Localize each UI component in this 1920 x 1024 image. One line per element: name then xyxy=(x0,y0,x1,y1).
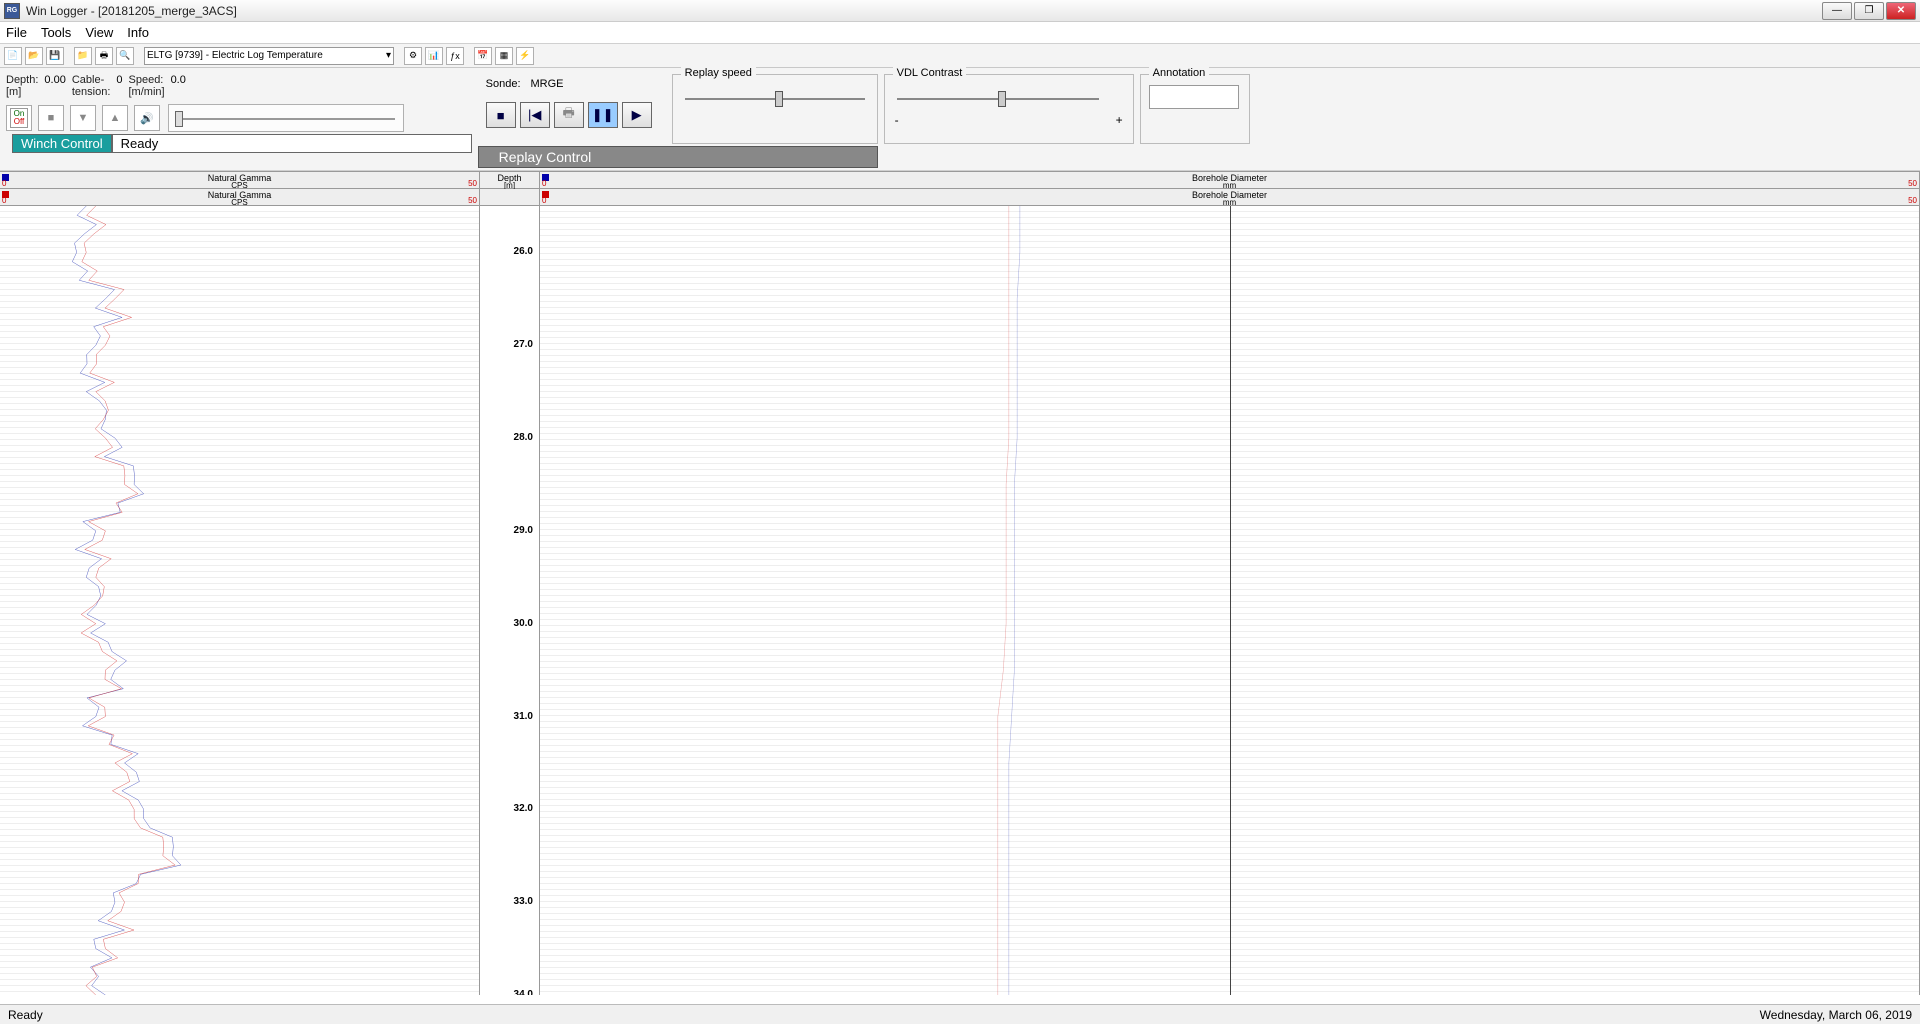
maximize-button[interactable]: ❐ xyxy=(1854,2,1884,20)
gamma-track: Natural Gamma CPS 0 50 Natural Gamma CPS… xyxy=(0,172,480,995)
toolbar-new-icon[interactable]: 📄 xyxy=(4,47,22,65)
winch-sound-button[interactable]: 🔊 xyxy=(134,105,160,131)
borehole-plot[interactable] xyxy=(540,206,1919,995)
borehole-track: Borehole Diameter mm 0 50 Borehole Diame… xyxy=(540,172,1920,995)
app-icon: RG xyxy=(4,3,20,19)
speed-display: Speed: [m/min] xyxy=(129,74,165,98)
toolbar-folder-icon[interactable]: 📁 xyxy=(74,47,92,65)
vdl-contrast-slider[interactable] xyxy=(893,85,1103,113)
depth-column[interactable]: 26.0 27.0 28.0 29.0 30.0 31.0 32.0 33.0 34.0 xyxy=(480,206,539,995)
menu-file[interactable]: File xyxy=(6,25,27,40)
replay-pause-button[interactable]: ❚❚ xyxy=(588,102,618,128)
chevron-down-icon: ▾ xyxy=(386,50,391,61)
menubar: File Tools View Info xyxy=(0,22,1920,44)
statusbar: Ready Wednesday, March 06, 2019 xyxy=(0,1004,1920,1024)
titlebar: RG Win Logger - [20181205_merge_3ACS] — … xyxy=(0,0,1920,22)
status-ready: Ready xyxy=(8,1008,43,1022)
depth-tick: 33.0 xyxy=(514,896,533,907)
annotation-group: Annotation xyxy=(1140,74,1250,144)
depth-tick: 32.0 xyxy=(514,803,533,814)
toolbar-grid-icon[interactable]: ▦ xyxy=(495,47,513,65)
vdl-contrast-group: VDL Contrast - + xyxy=(884,74,1134,144)
close-button[interactable]: ✕ xyxy=(1886,2,1916,20)
depth-tick: 27.0 xyxy=(514,339,533,350)
replay-control-bar: Replay Control xyxy=(478,146,878,168)
replay-speed-slider[interactable] xyxy=(681,85,869,113)
control-panel: Depth: [m] 0.00 Cable- tension: 0 Speed:… xyxy=(0,68,1920,171)
log-type-select[interactable]: ELTG [9739] - Electric Log Temperature ▾ xyxy=(144,47,394,65)
depth-tick: 34.0 xyxy=(514,989,533,995)
winch-down-button[interactable]: ▼ xyxy=(70,105,96,131)
menu-info[interactable]: Info xyxy=(127,25,149,40)
depth-tick: 29.0 xyxy=(514,525,533,536)
depth-tick: 28.0 xyxy=(514,432,533,443)
toolbar-config-icon[interactable]: ⚙ xyxy=(404,47,422,65)
window-title: Win Logger - [20181205_merge_3ACS] xyxy=(26,4,1822,18)
toolbar-bolt-icon[interactable]: ⚡ xyxy=(516,47,534,65)
replay-play-button[interactable]: ▶ xyxy=(622,102,652,128)
depth-label: Depth: xyxy=(6,74,38,86)
toolbar-preview-icon[interactable]: 🔍 xyxy=(116,47,134,65)
depth-tick: 31.0 xyxy=(514,711,533,722)
graph-area: Natural Gamma CPS 0 50 Natural Gamma CPS… xyxy=(0,171,1920,995)
winch-stop-button[interactable]: ■ xyxy=(38,105,64,131)
annotation-legend: Annotation xyxy=(1149,67,1210,79)
toolbar-print-icon[interactable]: 🖶 xyxy=(95,47,113,65)
replay-rewind-button[interactable]: |◀ xyxy=(520,102,550,128)
winch-up-button[interactable]: ▲ xyxy=(102,105,128,131)
speed-value: 0.0 xyxy=(171,74,186,98)
annotation-input[interactable] xyxy=(1149,85,1239,109)
depth-track: Depth [m] 26.027.028.029.030.031.032.033… xyxy=(480,172,540,995)
cable-display: Cable- tension: xyxy=(72,74,111,98)
depth-tick: 26.0 xyxy=(514,246,533,257)
speed-unit: [m/min] xyxy=(129,86,165,98)
toolbar-calendar-icon[interactable]: 📅 xyxy=(474,47,492,65)
winch-control-tab[interactable]: Winch Control xyxy=(12,134,112,153)
cable-label: Cable- xyxy=(72,74,111,86)
gamma-plot[interactable] xyxy=(0,206,479,995)
winch-onoff-button[interactable]: OnOff xyxy=(6,105,32,131)
toolbar: 📄 📂 💾 📁 🖶 🔍 ELTG [9739] - Electric Log T… xyxy=(0,44,1920,68)
depth-tick: 30.0 xyxy=(514,618,533,629)
vdl-plus: + xyxy=(1116,113,1123,127)
cable-value: 0 xyxy=(116,74,122,98)
winch-status: Ready xyxy=(112,134,472,153)
toolbar-save-icon[interactable]: 💾 xyxy=(46,47,64,65)
menu-tools[interactable]: Tools xyxy=(41,25,71,40)
sonde-value: MRGE xyxy=(531,78,564,90)
speed-label: Speed: xyxy=(129,74,165,86)
log-type-value: ELTG [9739] - Electric Log Temperature xyxy=(147,50,323,61)
minimize-button[interactable]: — xyxy=(1822,2,1852,20)
toolbar-fx-icon[interactable]: ƒx xyxy=(446,47,464,65)
vdl-legend: VDL Contrast xyxy=(893,67,967,79)
depth-unit: [m] xyxy=(6,86,38,98)
vdl-minus: - xyxy=(895,113,899,127)
replay-speed-legend: Replay speed xyxy=(681,67,756,79)
toolbar-chart-icon[interactable]: 📊 xyxy=(425,47,443,65)
depth-value: 0.00 xyxy=(44,74,65,98)
sonde-label: Sonde: xyxy=(486,78,521,90)
status-date: Wednesday, March 06, 2019 xyxy=(1760,1008,1912,1022)
replay-stop-button[interactable]: ■ xyxy=(486,102,516,128)
winch-speed-slider[interactable] xyxy=(168,104,404,132)
toolbar-open-icon[interactable]: 📂 xyxy=(25,47,43,65)
cable-label2: tension: xyxy=(72,86,111,98)
replay-print-button[interactable]: 🖶 xyxy=(554,102,584,128)
menu-view[interactable]: View xyxy=(85,25,113,40)
depth-display: Depth: [m] xyxy=(6,74,38,98)
